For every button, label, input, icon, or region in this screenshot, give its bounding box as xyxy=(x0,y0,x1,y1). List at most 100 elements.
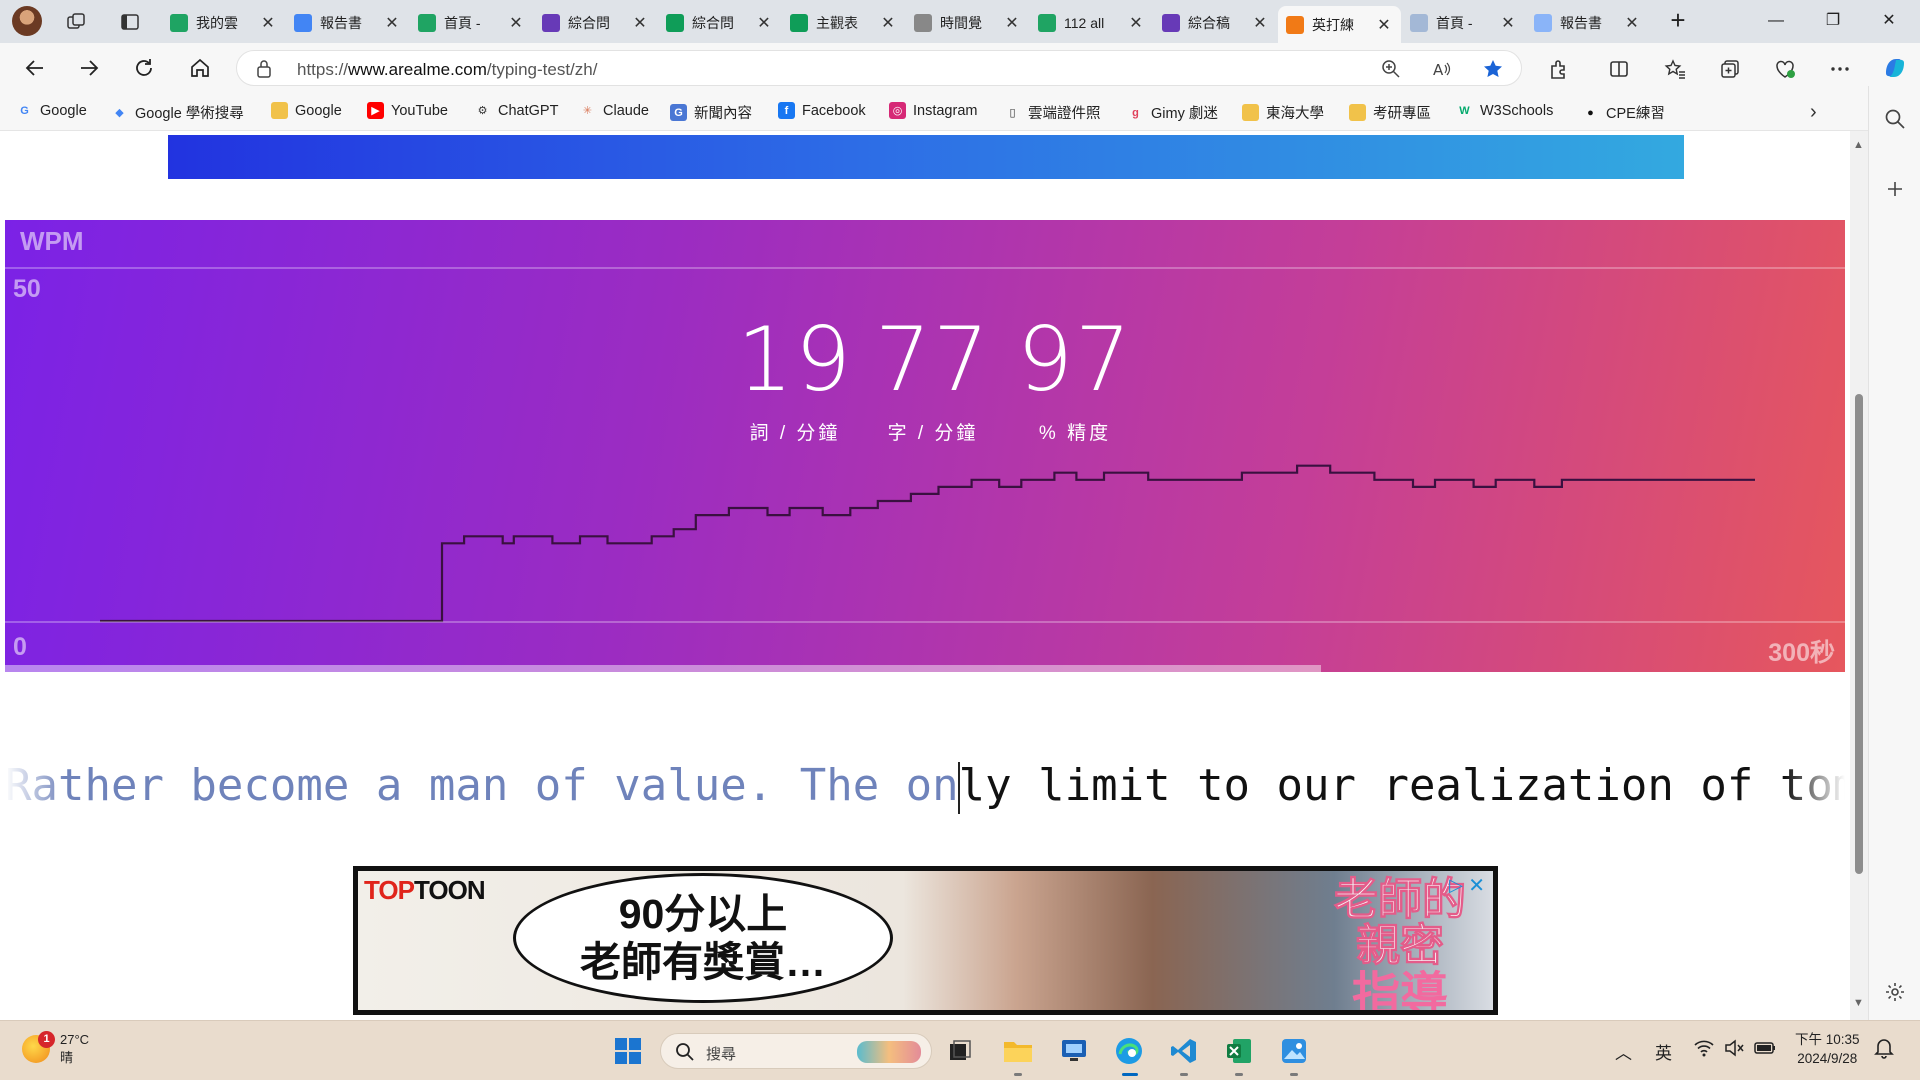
tab-6[interactable]: 主觀表 ✕ xyxy=(782,6,905,39)
tab-7[interactable]: 時間覺 ✕ xyxy=(906,6,1029,39)
excel-icon[interactable] xyxy=(1220,1032,1258,1076)
close-tab-icon[interactable]: ✕ xyxy=(1127,13,1145,33)
weather-widget[interactable]: 1 27°C 晴 xyxy=(22,1031,89,1067)
bookmark-6[interactable]: ✳ Claude xyxy=(579,102,649,119)
tab-10[interactable]: 英打練 ✕ xyxy=(1278,6,1401,43)
url-text[interactable]: https://www.arealme.com/typing-test/zh/ xyxy=(297,60,597,80)
close-tab-icon[interactable]: ✕ xyxy=(631,13,649,33)
split-screen-icon[interactable] xyxy=(1605,55,1633,83)
lock-icon[interactable] xyxy=(255,59,273,84)
bookmark-9[interactable]: ◎ Instagram xyxy=(889,102,977,119)
bookmarks-bar: G Google ◆ Google 學術搜尋 Google ▶ YouTube ⚙ ChatGP… xyxy=(0,93,1920,131)
vscode-icon[interactable] xyxy=(1165,1032,1203,1076)
scrollbar-thumb[interactable] xyxy=(1855,394,1863,874)
bookmark-7[interactable]: G 新聞內容 xyxy=(670,102,752,123)
close-tab-icon[interactable]: ✕ xyxy=(1003,13,1021,33)
home-icon[interactable] xyxy=(183,52,217,84)
close-tab-icon[interactable]: ✕ xyxy=(879,13,897,33)
bookmark-15[interactable]: ● CPE練習 xyxy=(1582,102,1665,123)
tab-8[interactable]: 112 all ✕ xyxy=(1030,6,1153,39)
ad-close-icon[interactable]: ✕ xyxy=(1468,873,1485,898)
time-progress-bar xyxy=(5,665,1321,672)
bookmark-13[interactable]: 考研專區 xyxy=(1349,102,1431,123)
scroll-up-icon[interactable]: ▲ xyxy=(1853,139,1864,151)
ime-indicator[interactable]: 英 xyxy=(1655,1039,1672,1064)
accuracy-unit: % 精度 xyxy=(1038,423,1112,444)
close-window-button[interactable]: ✕ xyxy=(1866,6,1912,36)
new-tab-button[interactable]: + xyxy=(1663,6,1693,36)
favorite-star-icon[interactable] xyxy=(1482,58,1504,80)
bookmark-1[interactable]: G Google xyxy=(16,102,87,119)
search-icon[interactable] xyxy=(1882,106,1908,132)
collections-icon[interactable] xyxy=(1716,55,1744,83)
typing-text-area[interactable]: Rather become a man of value. The only l… xyxy=(5,751,1845,821)
browser-essentials-icon[interactable] xyxy=(1771,55,1799,83)
minimize-button[interactable]: — xyxy=(1753,6,1799,36)
tab-11[interactable]: 首頁 - ✕ xyxy=(1402,6,1525,39)
tab-9[interactable]: 綜合稿 ✕ xyxy=(1154,6,1277,39)
chevron-up-icon[interactable]: ︿ xyxy=(1615,1039,1632,1064)
task-view-icon[interactable] xyxy=(941,1032,979,1070)
bookmark-4[interactable]: ▶ YouTube xyxy=(367,102,448,119)
bookmark-8[interactable]: f Facebook xyxy=(778,102,866,119)
extensions-icon[interactable] xyxy=(1545,55,1573,83)
tab-1[interactable]: 我的雲 ✕ xyxy=(162,6,285,39)
vertical-tabs-icon[interactable] xyxy=(116,8,144,36)
read-aloud-icon[interactable]: A xyxy=(1431,58,1453,80)
close-tab-icon[interactable]: ✕ xyxy=(755,13,773,33)
copilot-icon[interactable] xyxy=(1878,51,1912,85)
battery-icon[interactable] xyxy=(1754,1039,1776,1062)
favorites-icon[interactable] xyxy=(1661,55,1689,83)
notification-bell-icon[interactable] xyxy=(1874,1037,1894,1064)
close-tab-icon[interactable]: ✕ xyxy=(383,13,401,33)
page-scrollbar[interactable]: ▲ ▼ xyxy=(1850,131,1868,1020)
close-tab-icon[interactable]: ✕ xyxy=(1499,13,1517,33)
ad-creative[interactable]: TOPTOON 90分以上 老師有獎賞… 老師的親密 指導 ▷ ✕ xyxy=(358,871,1493,1010)
banner-ad[interactable]: TOPTOON 90分以上 老師有獎賞… 老師的親密 指導 ▷ ✕ xyxy=(353,866,1498,1015)
settings-icon[interactable] xyxy=(1882,979,1908,1005)
bookmark-12[interactable]: 東海大學 xyxy=(1242,102,1324,123)
add-icon[interactable] xyxy=(1882,176,1908,202)
tab-2[interactable]: 報告書 ✕ xyxy=(286,6,409,39)
scroll-down-icon[interactable]: ▼ xyxy=(1853,997,1864,1009)
edge-icon[interactable] xyxy=(1110,1032,1148,1076)
adchoices-icon[interactable]: ▷ xyxy=(1449,875,1463,896)
taskbar-search[interactable]: 搜尋 xyxy=(660,1033,932,1069)
restore-button[interactable]: ❐ xyxy=(1810,6,1856,36)
start-icon[interactable] xyxy=(609,1032,647,1070)
folder-icon xyxy=(1349,104,1366,121)
forward-icon[interactable] xyxy=(72,52,106,84)
remote-desktop-icon[interactable] xyxy=(1055,1032,1093,1070)
tab-3[interactable]: 首頁 - ✕ xyxy=(410,6,533,39)
close-tab-icon[interactable]: ✕ xyxy=(259,13,277,33)
bookmark-5[interactable]: ⚙ ChatGPT xyxy=(474,102,559,119)
ad-title-line2: 指導 xyxy=(1351,969,1448,1010)
bookmark-3[interactable]: Google xyxy=(271,102,342,119)
more-menu-icon[interactable] xyxy=(1826,55,1854,83)
file-explorer-icon[interactable] xyxy=(999,1032,1037,1076)
tab-5[interactable]: 綜合問 ✕ xyxy=(658,6,781,39)
bookmark-2[interactable]: ◆ Google 學術搜尋 xyxy=(111,102,244,123)
wifi-icon[interactable] xyxy=(1694,1039,1714,1062)
chevron-right-icon[interactable]: › xyxy=(1810,101,1817,124)
volume-muted-icon[interactable] xyxy=(1724,1039,1744,1062)
bookmark-14[interactable]: W W3Schools xyxy=(1456,102,1553,119)
refresh-icon[interactable] xyxy=(127,52,161,84)
bookmark-11[interactable]: g Gimy 劇迷 xyxy=(1127,102,1218,123)
back-icon[interactable] xyxy=(18,52,52,84)
edge-sidebar xyxy=(1868,86,1920,1020)
workspaces-icon[interactable] xyxy=(62,8,90,36)
profile-avatar[interactable] xyxy=(12,6,42,36)
address-bar[interactable]: https://www.arealme.com/typing-test/zh/ … xyxy=(236,50,1522,86)
close-tab-icon[interactable]: ✕ xyxy=(1375,15,1393,35)
close-tab-icon[interactable]: ✕ xyxy=(507,13,525,33)
tab-12[interactable]: 報告書 ✕ xyxy=(1526,6,1649,39)
system-clock[interactable]: 下午 10:35 2024/9/28 xyxy=(1795,1030,1860,1068)
photos-icon[interactable] xyxy=(1275,1032,1313,1076)
bookmark-10[interactable]: ▯ 雲端證件照 xyxy=(1004,102,1100,123)
zoom-icon[interactable] xyxy=(1380,58,1402,80)
tab-4[interactable]: 綜合問 ✕ xyxy=(534,6,657,39)
top-banner-ad[interactable] xyxy=(168,135,1684,179)
close-tab-icon[interactable]: ✕ xyxy=(1251,13,1269,33)
close-tab-icon[interactable]: ✕ xyxy=(1623,13,1641,33)
